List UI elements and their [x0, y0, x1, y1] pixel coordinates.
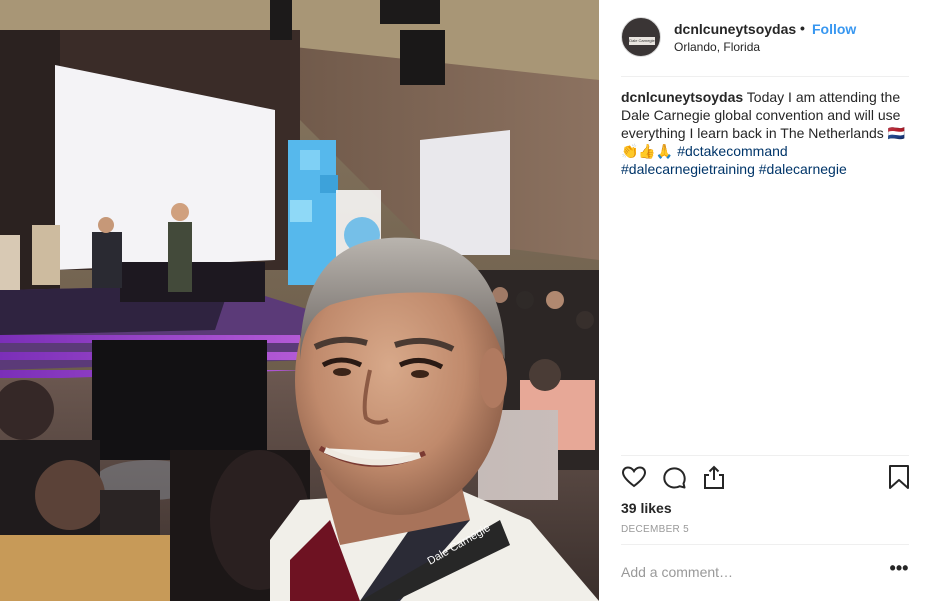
header-divider: [621, 76, 909, 77]
hashtag-link[interactable]: #dalecarnegietraining: [621, 161, 755, 177]
post-header: Dale Carnegie dcnlcuneytsoydas • Follow …: [599, 0, 931, 76]
location-link[interactable]: Orlando, Florida: [674, 40, 760, 54]
convention-selfie-image: Dale Carnegie: [0, 0, 599, 601]
share-upload-icon[interactable]: [701, 464, 729, 492]
speech-bubble-icon[interactable]: [661, 464, 689, 492]
comment-box: •••: [621, 559, 909, 585]
separator-dot: •: [800, 20, 805, 36]
caption-username-link[interactable]: dcnlcuneytsoydas: [621, 89, 743, 105]
post-photo[interactable]: Dale Carnegie: [0, 0, 599, 601]
profile-avatar[interactable]: Dale Carnegie: [621, 17, 661, 57]
post-caption: dcnlcuneytsoydas Today I am attending th…: [621, 88, 913, 178]
avatar-logo-text: Dale Carnegie: [629, 37, 655, 45]
more-options-button[interactable]: •••: [889, 559, 909, 581]
likes-count[interactable]: 39 likes: [621, 500, 672, 516]
actions-divider: [621, 455, 909, 456]
post-date[interactable]: DECEMBER 5: [621, 524, 689, 535]
hashtag-link[interactable]: #dalecarnegie: [759, 161, 847, 177]
hashtag-link[interactable]: #dctakecommand: [677, 143, 788, 159]
heart-outline-icon[interactable]: [621, 464, 649, 492]
post-actions-bar: [621, 464, 911, 492]
post-side-panel: Dale Carnegie dcnlcuneytsoydas • Follow …: [599, 0, 931, 601]
comment-divider: [621, 544, 909, 545]
bookmark-icon[interactable]: [887, 464, 915, 492]
comment-input[interactable]: [621, 561, 871, 583]
follow-button[interactable]: Follow: [812, 21, 856, 37]
username-link[interactable]: dcnlcuneytsoydas: [674, 21, 796, 37]
